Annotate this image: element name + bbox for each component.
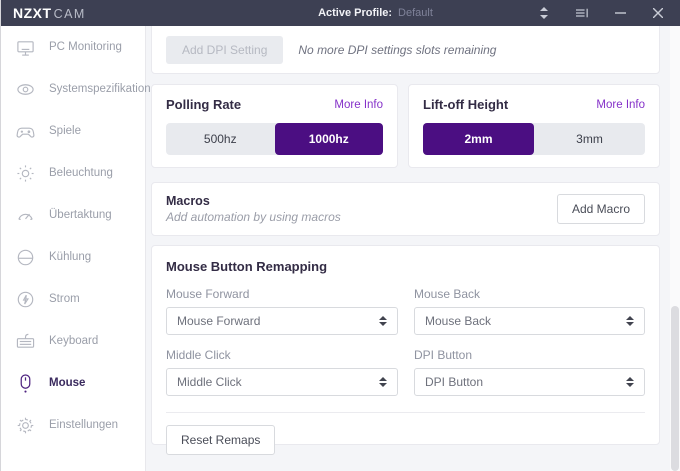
- sidebar-item-uebertaktung[interactable]: Übertaktung: [1, 194, 145, 236]
- select-value: Middle Click: [177, 375, 242, 389]
- content-scrollbar[interactable]: [670, 26, 680, 471]
- polling-rate-option-1000hz[interactable]: 1000hz: [275, 123, 384, 155]
- sidebar-item-kuehlung[interactable]: Kühlung: [1, 236, 145, 278]
- titlebar: NZXT CAM Active Profile: Default: [1, 0, 680, 26]
- remap-field-label: DPI Button: [414, 348, 645, 362]
- macros-subtitle: Add automation by using macros: [166, 210, 341, 224]
- mouse-settings-content: Add DPI Setting No more DPI settings slo…: [146, 26, 680, 471]
- lift-off-height-card: Lift-off Height More Info 2mm 3mm: [408, 84, 660, 168]
- select-value: DPI Button: [425, 375, 483, 389]
- scrollbar-thumb[interactable]: [671, 306, 679, 471]
- sidebar-item-beleuchtung[interactable]: Beleuchtung: [1, 152, 145, 194]
- app-body: PC Monitoring Systemspezifikationen Spie…: [1, 26, 680, 471]
- nzxt-cam-window: NZXT CAM Active Profile: Default: [0, 0, 680, 471]
- select-spinner-icon: [379, 377, 387, 387]
- eye-icon: [16, 79, 36, 100]
- macros-card: Macros Add automation by using macros Ad…: [151, 182, 660, 236]
- remap-field-label: Middle Click: [166, 348, 398, 362]
- mouse-button-remapping-card: Mouse Button Remapping Mouse Forward Mou…: [151, 245, 660, 445]
- gear-icon: [16, 415, 36, 436]
- polling-rate-card: Polling Rate More Info 500hz 1000hz: [151, 84, 398, 168]
- sidebar-item-label: Mouse: [49, 377, 85, 389]
- active-profile-label: Active Profile:: [318, 7, 392, 19]
- reset-remaps-button[interactable]: Reset Remaps: [166, 425, 275, 455]
- mouse-forward-select[interactable]: Mouse Forward: [166, 307, 398, 335]
- gamepad-icon: [16, 121, 36, 142]
- polling-rate-toggle: 500hz 1000hz: [166, 123, 383, 155]
- mouse-back-select[interactable]: Mouse Back: [414, 307, 645, 335]
- remap-field-label: Mouse Back: [414, 287, 645, 301]
- sidebar-item-label: PC Monitoring: [49, 41, 122, 53]
- dpi-slots-note: No more DPI settings slots remaining: [298, 43, 496, 57]
- lift-off-more-info-link[interactable]: More Info: [596, 99, 645, 111]
- middle-click-select[interactable]: Middle Click: [166, 368, 398, 396]
- select-value: Mouse Back: [425, 314, 491, 328]
- sidebar-item-systemspezifikationen[interactable]: Systemspezifikationen: [1, 68, 145, 110]
- gauge-icon: [16, 205, 36, 226]
- sidebar-item-label: Einstellungen: [49, 419, 118, 431]
- lift-off-option-2mm[interactable]: 2mm: [423, 123, 534, 155]
- active-profile-value: Default: [398, 7, 433, 19]
- sidebar-item-label: Spiele: [49, 125, 81, 137]
- sun-icon: [16, 163, 36, 184]
- mouse-icon: [16, 373, 36, 394]
- profile-selector-icon[interactable]: [538, 7, 550, 19]
- active-profile[interactable]: Active Profile: Default: [318, 0, 433, 26]
- sidebar-item-label: Strom: [49, 293, 80, 305]
- select-spinner-icon: [626, 316, 634, 326]
- sidebar-item-pc-monitoring[interactable]: PC Monitoring: [1, 26, 145, 68]
- app-logo: NZXT CAM: [1, 5, 86, 21]
- dpi-button-select[interactable]: DPI Button: [414, 368, 645, 396]
- sidebar-item-label: Keyboard: [49, 335, 98, 347]
- select-spinner-icon: [379, 316, 387, 326]
- brand-cam: CAM: [54, 7, 86, 21]
- remap-field-label: Mouse Forward: [166, 287, 398, 301]
- polling-rate-more-info-link[interactable]: More Info: [334, 99, 383, 111]
- monitor-icon: [16, 37, 36, 58]
- lift-off-option-3mm[interactable]: 3mm: [534, 123, 645, 155]
- remap-field-middle-click: Middle Click Middle Click: [166, 335, 398, 396]
- remap-field-dpi-button: DPI Button DPI Button: [414, 335, 645, 396]
- select-value: Mouse Forward: [177, 314, 260, 328]
- minimize-icon[interactable]: [614, 7, 626, 19]
- remap-divider: [166, 412, 645, 413]
- minimize-to-tray-icon[interactable]: [576, 7, 588, 19]
- power-icon: [16, 289, 36, 310]
- brand-nzxt: NZXT: [13, 5, 52, 21]
- sidebar-item-label: Übertaktung: [49, 209, 112, 221]
- sidebar-item-mouse[interactable]: Mouse: [1, 362, 145, 404]
- sidebar-item-keyboard[interactable]: Keyboard: [1, 320, 145, 362]
- polling-rate-option-500hz[interactable]: 500hz: [166, 123, 275, 155]
- fan-icon: [16, 247, 36, 268]
- sidebar-item-spiele[interactable]: Spiele: [1, 110, 145, 152]
- remap-field-mouse-back: Mouse Back Mouse Back: [414, 274, 645, 335]
- sidebar-item-label: Beleuchtung: [49, 167, 113, 179]
- remap-field-mouse-forward: Mouse Forward Mouse Forward: [166, 274, 398, 335]
- add-macro-button[interactable]: Add Macro: [557, 194, 645, 224]
- add-dpi-setting-button[interactable]: Add DPI Setting: [166, 36, 283, 64]
- titlebar-controls: [538, 7, 680, 19]
- macros-text: Macros Add automation by using macros: [166, 194, 341, 224]
- sidebar-item-strom[interactable]: Strom: [1, 278, 145, 320]
- keyboard-icon: [16, 331, 36, 352]
- select-spinner-icon: [626, 377, 634, 387]
- lift-off-height-title: Lift-off Height: [423, 97, 508, 112]
- lift-off-toggle: 2mm 3mm: [423, 123, 645, 155]
- sidebar: PC Monitoring Systemspezifikationen Spie…: [1, 26, 146, 471]
- polling-rate-title: Polling Rate: [166, 97, 241, 112]
- dpi-settings-card: Add DPI Setting No more DPI settings slo…: [151, 26, 660, 74]
- macros-title: Macros: [166, 194, 341, 208]
- remapping-title: Mouse Button Remapping: [166, 259, 645, 274]
- sidebar-item-label: Kühlung: [49, 251, 91, 263]
- close-icon[interactable]: [652, 7, 664, 19]
- sidebar-item-einstellungen[interactable]: Einstellungen: [1, 404, 145, 446]
